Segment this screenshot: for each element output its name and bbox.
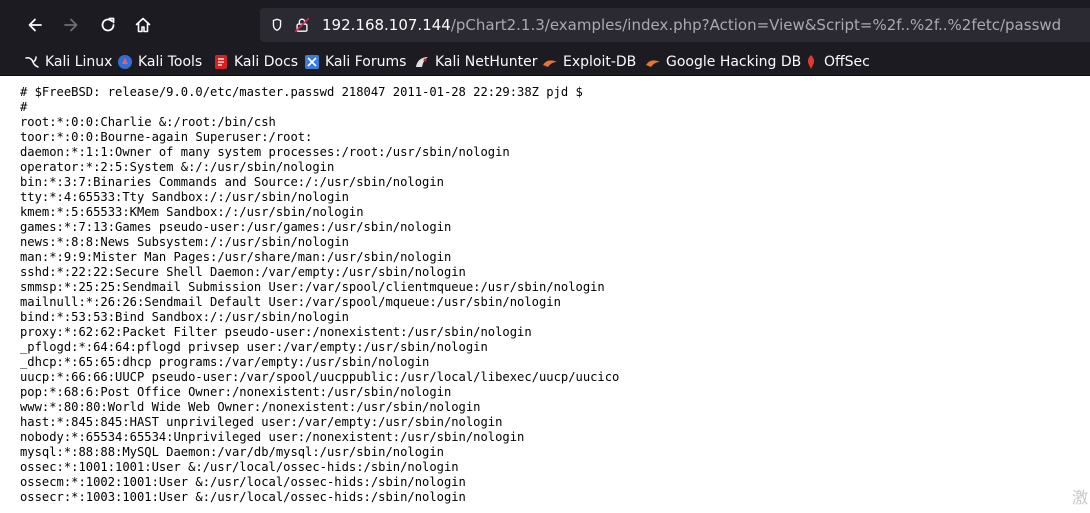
bookmark-kali-docs[interactable]: Kali Docs	[213, 52, 298, 72]
passwd-line: ossecr:*:1003:1001:User &:/usr/local/oss…	[20, 490, 466, 504]
bookmark-label: Kali Linux	[45, 54, 113, 70]
home-button[interactable]	[128, 10, 158, 40]
passwd-line: _pflogd:*:64:64:pflogd privsep user:/var…	[20, 340, 488, 354]
bookmark-kali-forums[interactable]: Kali Forums	[304, 52, 406, 72]
passwd-line: toor:*:0:0:Bourne-again Superuser:/root:	[20, 130, 313, 144]
offsec-icon	[803, 54, 819, 70]
reload-icon	[101, 17, 115, 32]
insecure-lock-icon[interactable]	[293, 16, 311, 34]
bookmarks-toolbar: Kali Linux Kali Tools Kali Docs Kali For…	[0, 50, 1090, 76]
passwd-line: news:*:8:8:News Subsystem:/:/usr/sbin/no…	[20, 235, 349, 249]
passwd-line: games:*:7:13:Games pseudo-user:/usr/game…	[20, 220, 452, 234]
browser-toolbar: 192.168.107.144/pChart2.1.3/examples/ind…	[0, 0, 1090, 50]
bookmark-label: Kali Tools	[138, 54, 203, 70]
passwd-line: tty:*:4:65533:Tty Sandbox:/:/usr/sbin/no…	[20, 190, 349, 204]
passwd-line: _dhcp:*:65:65:dhcp programs:/var/empty:/…	[20, 355, 430, 369]
passwd-file-text: # $FreeBSD: release/9.0.0/etc/master.pas…	[20, 85, 619, 505]
bookmark-google-hacking-db[interactable]: Google Hacking DB	[645, 52, 801, 72]
bookmark-kali-tools[interactable]: Kali Tools	[117, 52, 202, 72]
passwd-line: ossec:*:1001:1001:User &:/usr/local/osse…	[20, 460, 459, 474]
home-icon	[135, 17, 151, 33]
passwd-line: hast:*:845:845:HAST unprivileged user:/v…	[20, 415, 503, 429]
bookmark-label: Kali Forums	[325, 54, 407, 70]
passwd-line: sshd:*:22:22:Secure Shell Daemon:/var/em…	[20, 265, 466, 279]
kali-dragon-icon	[24, 54, 40, 70]
passwd-line: mysql:*:88:88:MySQL Daemon:/var/db/mysql…	[20, 445, 444, 459]
passwd-line: root:*:0:0:Charlie &:/root:/bin/csh	[20, 115, 276, 129]
passwd-line: proxy:*:62:62:Packet Filter pseudo-user:…	[20, 325, 532, 339]
passwd-line: # $FreeBSD: release/9.0.0/etc/master.pas…	[20, 85, 583, 99]
bookmark-label: Google Hacking DB	[666, 54, 802, 70]
kali-docs-icon	[213, 54, 229, 70]
passwd-line: pop:*:68:6:Post Office Owner:/nonexisten…	[20, 385, 452, 399]
bookmark-kali-nethunter[interactable]: Kali NetHunter	[414, 52, 537, 72]
passwd-line: man:*:9:9:Mister Man Pages:/usr/share/ma…	[20, 250, 452, 264]
bookmark-label: OffSec	[824, 54, 870, 70]
back-button[interactable]	[20, 10, 50, 40]
url-path: /pChart2.1.3/examples/index.php?Action=V…	[450, 16, 1062, 34]
passwd-line: www:*:80:80:World Wide Web Owner:/nonexi…	[20, 400, 481, 414]
passwd-line: bin:*:3:7:Binaries Commands and Source:/…	[20, 175, 444, 189]
watermark: 激	[1072, 488, 1089, 507]
nethunter-icon	[414, 54, 430, 70]
url-bar[interactable]: 192.168.107.144/pChart2.1.3/examples/ind…	[260, 8, 1090, 42]
reload-button[interactable]	[93, 10, 123, 40]
passwd-line: uucp:*:66:66:UUCP pseudo-user:/var/spool…	[20, 370, 620, 384]
forward-arrow-icon	[64, 18, 78, 32]
site-info-icon[interactable]	[268, 16, 286, 34]
url-host: 192.168.107.144	[322, 16, 451, 34]
passwd-line: mailnull:*:26:26:Sendmail Default User:/…	[20, 295, 561, 309]
passwd-line: ossecm:*:1002:1001:User &:/usr/local/oss…	[20, 475, 466, 489]
bookmark-exploit-db[interactable]: Exploit-DB	[542, 52, 636, 72]
bookmark-kali-linux[interactable]: Kali Linux	[24, 52, 112, 72]
forward-button[interactable]	[56, 10, 86, 40]
passwd-line: bind:*:53:53:Bind Sandbox:/:/usr/sbin/no…	[20, 310, 349, 324]
passwd-line: operator:*:2:5:System &:/:/usr/sbin/nolo…	[20, 160, 335, 174]
passwd-line: kmem:*:5:65533:KMem Sandbox:/:/usr/sbin/…	[20, 205, 364, 219]
passwd-line: nobody:*:65534:65534:Unprivileged user:/…	[20, 430, 525, 444]
back-arrow-icon	[28, 18, 42, 32]
bookmark-label: Kali Docs	[234, 54, 299, 70]
passwd-line: daemon:*:1:1:Owner of many system proces…	[20, 145, 510, 159]
exploit-db-icon	[542, 54, 558, 70]
page-content: # $FreeBSD: release/9.0.0/etc/master.pas…	[0, 76, 1090, 513]
bookmark-label: Kali NetHunter	[435, 54, 538, 70]
bookmark-offsec[interactable]: OffSec	[803, 52, 870, 72]
passwd-line: #	[20, 100, 28, 114]
bookmark-label: Exploit-DB	[563, 54, 637, 70]
passwd-line: smmsp:*:25:25:Sendmail Submission User:/…	[20, 280, 605, 294]
ghdb-icon	[645, 54, 661, 70]
kali-forums-icon	[304, 54, 320, 70]
url-text[interactable]: 192.168.107.144/pChart2.1.3/examples/ind…	[322, 15, 1061, 35]
kali-tools-icon	[117, 54, 133, 70]
